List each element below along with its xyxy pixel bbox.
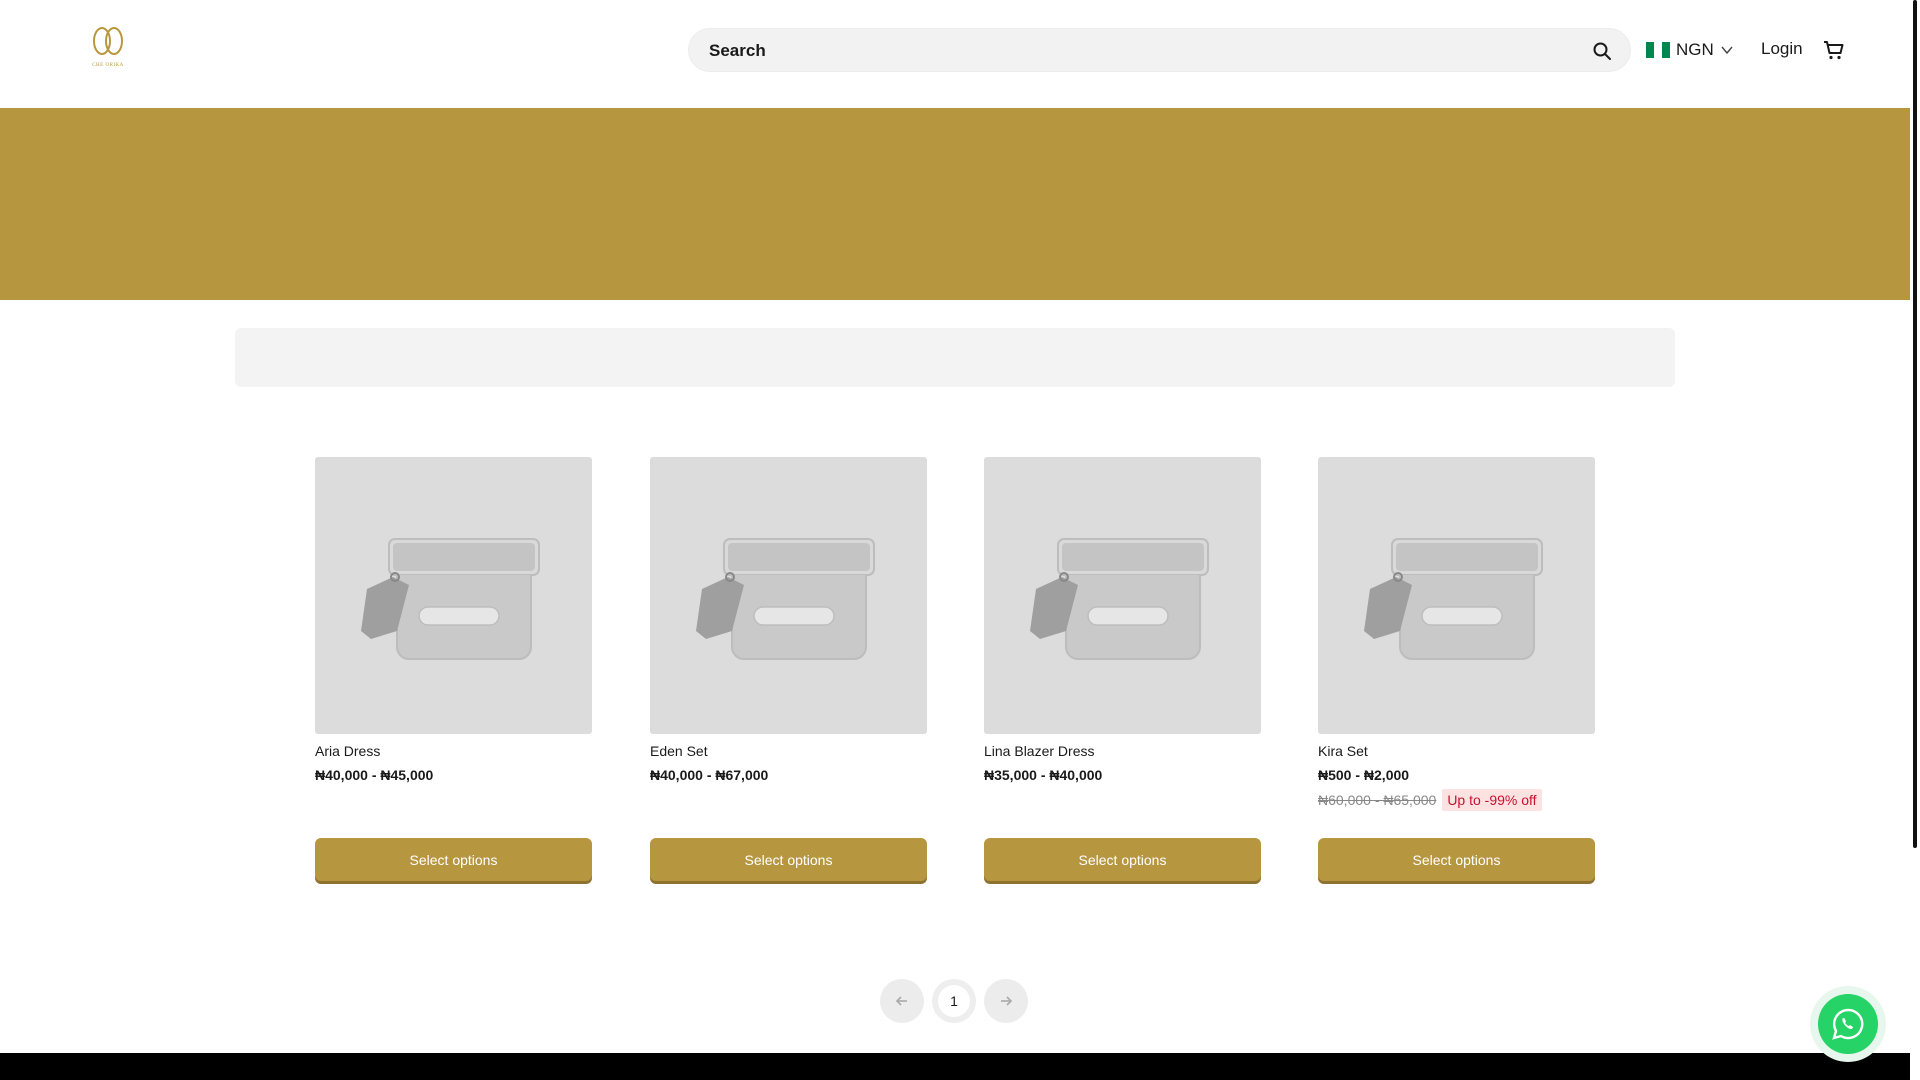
product-price: ₦35,000 - ₦40,000 [984,767,1103,783]
page-button-current[interactable]: 1 [932,979,976,1023]
product-name[interactable]: Lina Blazer Dress [984,743,1261,760]
cart-icon[interactable] [1822,38,1846,62]
product-image[interactable] [984,457,1261,734]
product-card[interactable]: Kira Set ₦500 - ₦2,000 ₦60,000 - ₦65,000… [1318,457,1595,881]
product-image[interactable] [1318,457,1595,734]
page-number: 1 [938,985,970,1017]
product-card[interactable]: Eden Set ₦40,000 - ₦67,000 Select option… [650,457,927,881]
site-footer [0,1053,1910,1080]
whatsapp-button-inner [1818,994,1878,1054]
original-price: ₦60,000 - ₦65,000 [1318,792,1437,808]
pagination: 1 [880,979,1028,1023]
whatsapp-chat-button[interactable] [1810,986,1886,1062]
category-banner [0,108,1910,300]
currency-code: NGN [1676,40,1714,59]
search-label: Search [709,41,766,60]
product-placeholder-icon [696,538,875,660]
product-image[interactable] [315,457,592,734]
nigeria-flag-icon [1646,42,1670,58]
product-price: ₦40,000 - ₦67,000 [650,767,769,783]
whatsapp-icon [1832,1008,1864,1040]
product-placeholder-icon [361,538,540,660]
product-card[interactable]: Lina Blazer Dress ₦35,000 - ₦40,000 Sele… [984,457,1261,881]
product-name[interactable]: Kira Set [1318,743,1595,760]
site-header: CHE ORIKA Search NGN Login [0,0,1910,108]
search-input[interactable]: Search [688,28,1631,72]
search-icon[interactable] [1592,41,1612,61]
select-options-button[interactable]: Select options [315,838,592,881]
arrow-right-icon [1001,996,1013,1006]
store-logo[interactable]: CHE ORIKA [86,26,130,74]
next-page-button[interactable] [984,979,1028,1023]
select-options-button[interactable]: Select options [650,838,927,881]
select-options-button[interactable]: Select options [1318,838,1595,881]
scrollbar-thumb[interactable] [1913,0,1917,848]
original-price-row: ₦60,000 - ₦65,000 Up to -99% off [1318,788,1595,812]
product-image[interactable] [650,457,927,734]
arrow-left-icon [895,996,907,1006]
login-link[interactable]: Login [1761,39,1803,59]
prev-page-button[interactable] [880,979,924,1023]
product-name[interactable]: Eden Set [650,743,927,760]
select-options-button[interactable]: Select options [984,838,1261,881]
product-card[interactable]: Aria Dress ₦40,000 - ₦45,000 Select opti… [315,457,592,881]
breadcrumb [235,328,1675,387]
logo-mark-icon [93,27,123,55]
product-placeholder-icon [1364,538,1543,660]
product-placeholder-icon [1030,538,1209,660]
discount-badge: Up to -99% off [1442,789,1542,811]
logo-text: CHE ORIKA [92,63,124,68]
product-name[interactable]: Aria Dress [315,743,592,760]
chevron-down-icon [1721,46,1733,55]
currency-selector[interactable]: NGN [1646,38,1734,62]
product-price: ₦40,000 - ₦45,000 [315,767,434,783]
product-price: ₦500 - ₦2,000 [1318,767,1410,783]
